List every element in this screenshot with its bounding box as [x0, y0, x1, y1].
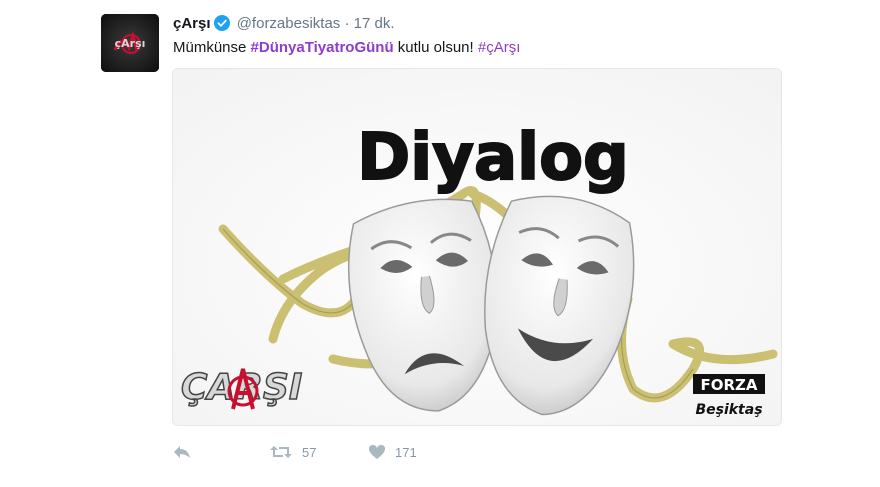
reply-icon [172, 444, 192, 460]
like-count: 171 [395, 444, 417, 460]
tweet-actions: 57 171 [172, 440, 472, 464]
heart-icon [368, 444, 386, 460]
retweet-icon [269, 444, 293, 460]
svg-text:Beşiktaş: Beşiktaş [695, 402, 762, 418]
like-button[interactable]: 171 [368, 440, 417, 464]
carsi-logo: ÇARŞI [180, 366, 303, 410]
display-name[interactable]: çArşı [173, 15, 211, 32]
tweet-timestamp[interactable]: 17 dk. [354, 15, 395, 32]
verified-badge-icon [213, 15, 230, 36]
tweet-text-middle: kutlu olsun! [397, 39, 474, 56]
profile-avatar[interactable]: çArşı [101, 14, 159, 72]
hashtag-link-carsi[interactable]: #çArşı [478, 39, 521, 56]
user-handle[interactable]: @forzabesiktas [237, 15, 341, 32]
separator-dot: · [344, 15, 350, 32]
svg-text:FORZA: FORZA [700, 376, 757, 394]
svg-text:çArşı: çArşı [115, 37, 146, 50]
tweet-media-image[interactable]: Diyalog ÇARŞI FORZA Beşiktaş [172, 68, 782, 426]
retweet-button[interactable]: 57 [269, 440, 316, 464]
hashtag-link-dunya-tiyatro-gunu[interactable]: #DünyaTiyatroGünü [251, 39, 394, 56]
media-title-diyalog: Diyalog [357, 121, 629, 195]
tweet-text-prefix: Mümkünse [173, 39, 247, 56]
tweet-header: çArşı @forzabesiktas · 17 dk. [173, 15, 395, 36]
retweet-count: 57 [302, 444, 317, 460]
theatre-masks-illustration: Diyalog ÇARŞI FORZA Beşiktaş [173, 69, 781, 425]
reply-button[interactable] [172, 440, 192, 464]
tweet-text: Mümkünse #DünyaTiyatroGünü kutlu olsun! … [173, 38, 520, 58]
carsi-avatar-logo: çArşı [101, 14, 159, 72]
